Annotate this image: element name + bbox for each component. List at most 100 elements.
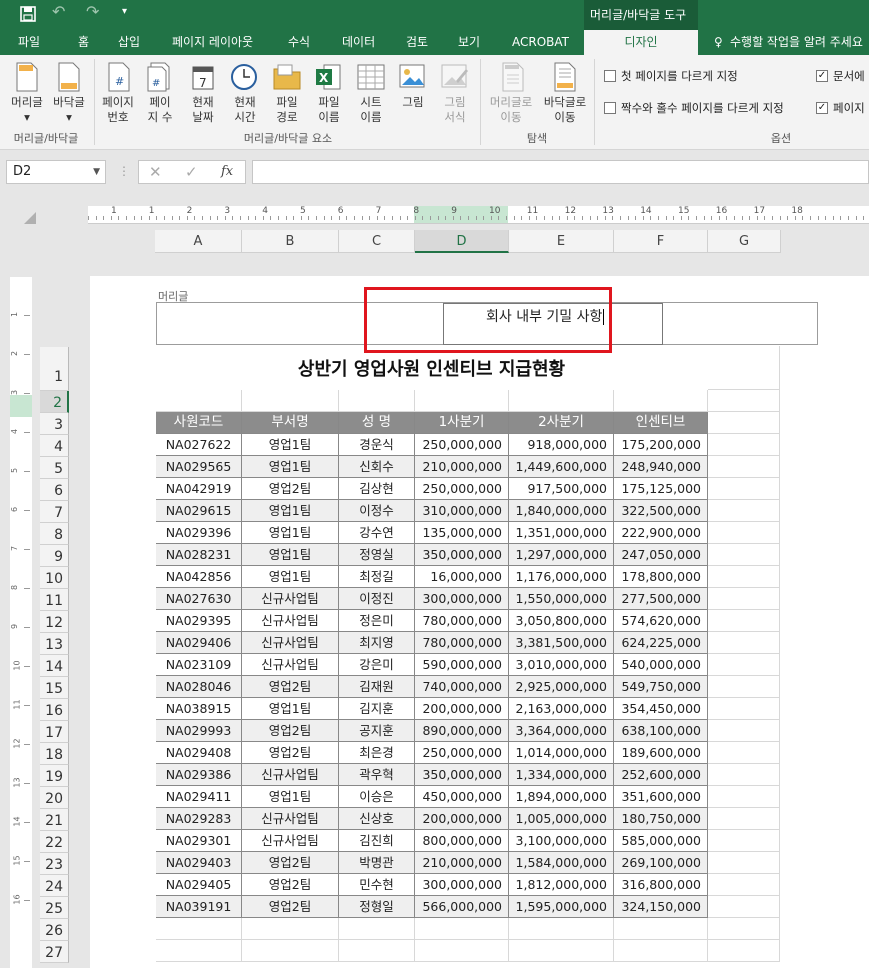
table-cell[interactable]: NA029411 <box>156 786 242 808</box>
table-cell[interactable]: 이정수 <box>339 500 415 522</box>
table-cell[interactable]: 250,000,000 <box>415 742 509 764</box>
table-cell[interactable]: 178,800,000 <box>614 566 708 588</box>
table-cell[interactable]: 강은미 <box>339 654 415 676</box>
empty-cell[interactable] <box>708 896 780 918</box>
table-cell[interactable]: 310,000,000 <box>415 500 509 522</box>
empty-cell[interactable] <box>708 390 780 412</box>
table-cell[interactable]: 549,750,000 <box>614 676 708 698</box>
table-cell[interactable]: 222,900,000 <box>614 522 708 544</box>
column-header-a[interactable]: A <box>155 230 242 253</box>
empty-cell[interactable] <box>708 720 780 742</box>
table-cell[interactable]: 영업1팀 <box>242 500 339 522</box>
empty-cell[interactable] <box>708 412 780 434</box>
table-cell[interactable]: 3,050,800,000 <box>509 610 614 632</box>
row-header-11[interactable]: 11 <box>40 589 69 611</box>
table-cell[interactable]: 신규사업팀 <box>242 808 339 830</box>
row-header-10[interactable]: 10 <box>40 567 69 589</box>
empty-cell[interactable] <box>156 918 242 940</box>
table-cell[interactable]: 354,450,000 <box>614 698 708 720</box>
table-cell[interactable]: 신규사업팀 <box>242 632 339 654</box>
page-count-button[interactable]: 페이 지 수 <box>140 95 180 125</box>
tab-page-layout[interactable]: 페이지 레이아웃 <box>172 30 253 55</box>
table-cell[interactable]: 신규사업팀 <box>242 588 339 610</box>
row-header-7[interactable]: 7 <box>40 501 69 523</box>
empty-cell[interactable] <box>708 610 780 632</box>
column-header-b[interactable]: B <box>242 230 339 253</box>
table-header-cell[interactable]: 성 명 <box>339 412 415 434</box>
table-cell[interactable]: 566,000,000 <box>415 896 509 918</box>
row-header-6[interactable]: 6 <box>40 479 69 501</box>
row-header-1[interactable]: 1 <box>40 347 69 391</box>
empty-cell[interactable] <box>708 764 780 786</box>
empty-cell[interactable] <box>708 654 780 676</box>
empty-cell[interactable] <box>708 522 780 544</box>
table-cell[interactable]: NA029993 <box>156 720 242 742</box>
table-cell[interactable]: 351,600,000 <box>614 786 708 808</box>
table-cell[interactable]: 영업1팀 <box>242 786 339 808</box>
empty-cell[interactable] <box>708 632 780 654</box>
table-cell[interactable]: NA029403 <box>156 852 242 874</box>
empty-cell[interactable] <box>509 390 614 412</box>
empty-cell[interactable] <box>415 390 509 412</box>
table-cell[interactable]: 1,297,000,000 <box>509 544 614 566</box>
empty-cell[interactable] <box>708 346 780 390</box>
table-cell[interactable]: 638,100,000 <box>614 720 708 742</box>
empty-cell[interactable] <box>242 940 339 962</box>
table-cell[interactable]: 175,200,000 <box>614 434 708 456</box>
table-cell[interactable]: 1,351,000,000 <box>509 522 614 544</box>
table-cell[interactable]: 624,225,000 <box>614 632 708 654</box>
table-cell[interactable]: 영업1팀 <box>242 456 339 478</box>
row-header-12[interactable]: 12 <box>40 611 69 633</box>
row-header-17[interactable]: 17 <box>40 721 69 743</box>
table-cell[interactable]: NA029408 <box>156 742 242 764</box>
table-cell[interactable]: 신규사업팀 <box>242 654 339 676</box>
table-cell[interactable]: 신회수 <box>339 456 415 478</box>
empty-cell[interactable] <box>708 544 780 566</box>
save-icon[interactable] <box>20 6 36 22</box>
row-header-21[interactable]: 21 <box>40 809 69 831</box>
table-cell[interactable]: 1,014,000,000 <box>509 742 614 764</box>
table-cell[interactable]: 277,500,000 <box>614 588 708 610</box>
align-margins-checkbox[interactable]: ✓ <box>816 102 828 114</box>
table-cell[interactable]: 신규사업팀 <box>242 764 339 786</box>
current-time-button[interactable]: 현재 시간 <box>224 95 266 125</box>
empty-cell[interactable] <box>708 918 780 940</box>
table-header-cell[interactable]: 1사분기 <box>415 412 509 434</box>
table-cell[interactable]: 민수현 <box>339 874 415 896</box>
row-header-5[interactable]: 5 <box>40 457 69 479</box>
table-cell[interactable]: 247,050,000 <box>614 544 708 566</box>
table-cell[interactable]: 175,125,000 <box>614 478 708 500</box>
table-cell[interactable]: NA029395 <box>156 610 242 632</box>
footer-button[interactable]: 바닥글 ▾ <box>48 95 90 125</box>
sheet-name-button[interactable]: 시트 이름 <box>350 95 392 125</box>
different-first-page-checkbox[interactable] <box>604 70 616 82</box>
table-cell[interactable]: 최지영 <box>339 632 415 654</box>
table-cell[interactable]: 1,812,000,000 <box>509 874 614 896</box>
table-cell[interactable]: 신규사업팀 <box>242 610 339 632</box>
table-cell[interactable]: 영업2팀 <box>242 852 339 874</box>
row-header-19[interactable]: 19 <box>40 765 69 787</box>
empty-cell[interactable] <box>415 918 509 940</box>
table-cell[interactable]: 300,000,000 <box>415 874 509 896</box>
row-header-27[interactable]: 27 <box>40 941 69 963</box>
table-cell[interactable]: 210,000,000 <box>415 852 509 874</box>
table-cell[interactable]: 영업1팀 <box>242 566 339 588</box>
row-header-20[interactable]: 20 <box>40 787 69 809</box>
select-all-corner[interactable] <box>22 210 38 226</box>
tab-insert[interactable]: 삽입 <box>118 30 140 55</box>
empty-cell[interactable] <box>708 676 780 698</box>
table-cell[interactable]: 780,000,000 <box>415 632 509 654</box>
empty-cell[interactable] <box>156 940 242 962</box>
empty-cell[interactable] <box>708 742 780 764</box>
table-cell[interactable]: 김진희 <box>339 830 415 852</box>
table-cell[interactable]: 1,176,000,000 <box>509 566 614 588</box>
table-cell[interactable]: 269,100,000 <box>614 852 708 874</box>
empty-cell[interactable] <box>339 940 415 962</box>
table-header-cell[interactable]: 사원코드 <box>156 412 242 434</box>
empty-cell[interactable] <box>708 566 780 588</box>
tab-file[interactable]: 파일 <box>18 30 40 55</box>
table-cell[interactable]: NA029615 <box>156 500 242 522</box>
table-cell[interactable]: 250,000,000 <box>415 434 509 456</box>
row-header-22[interactable]: 22 <box>40 831 69 853</box>
column-header-d[interactable]: D <box>415 230 509 253</box>
